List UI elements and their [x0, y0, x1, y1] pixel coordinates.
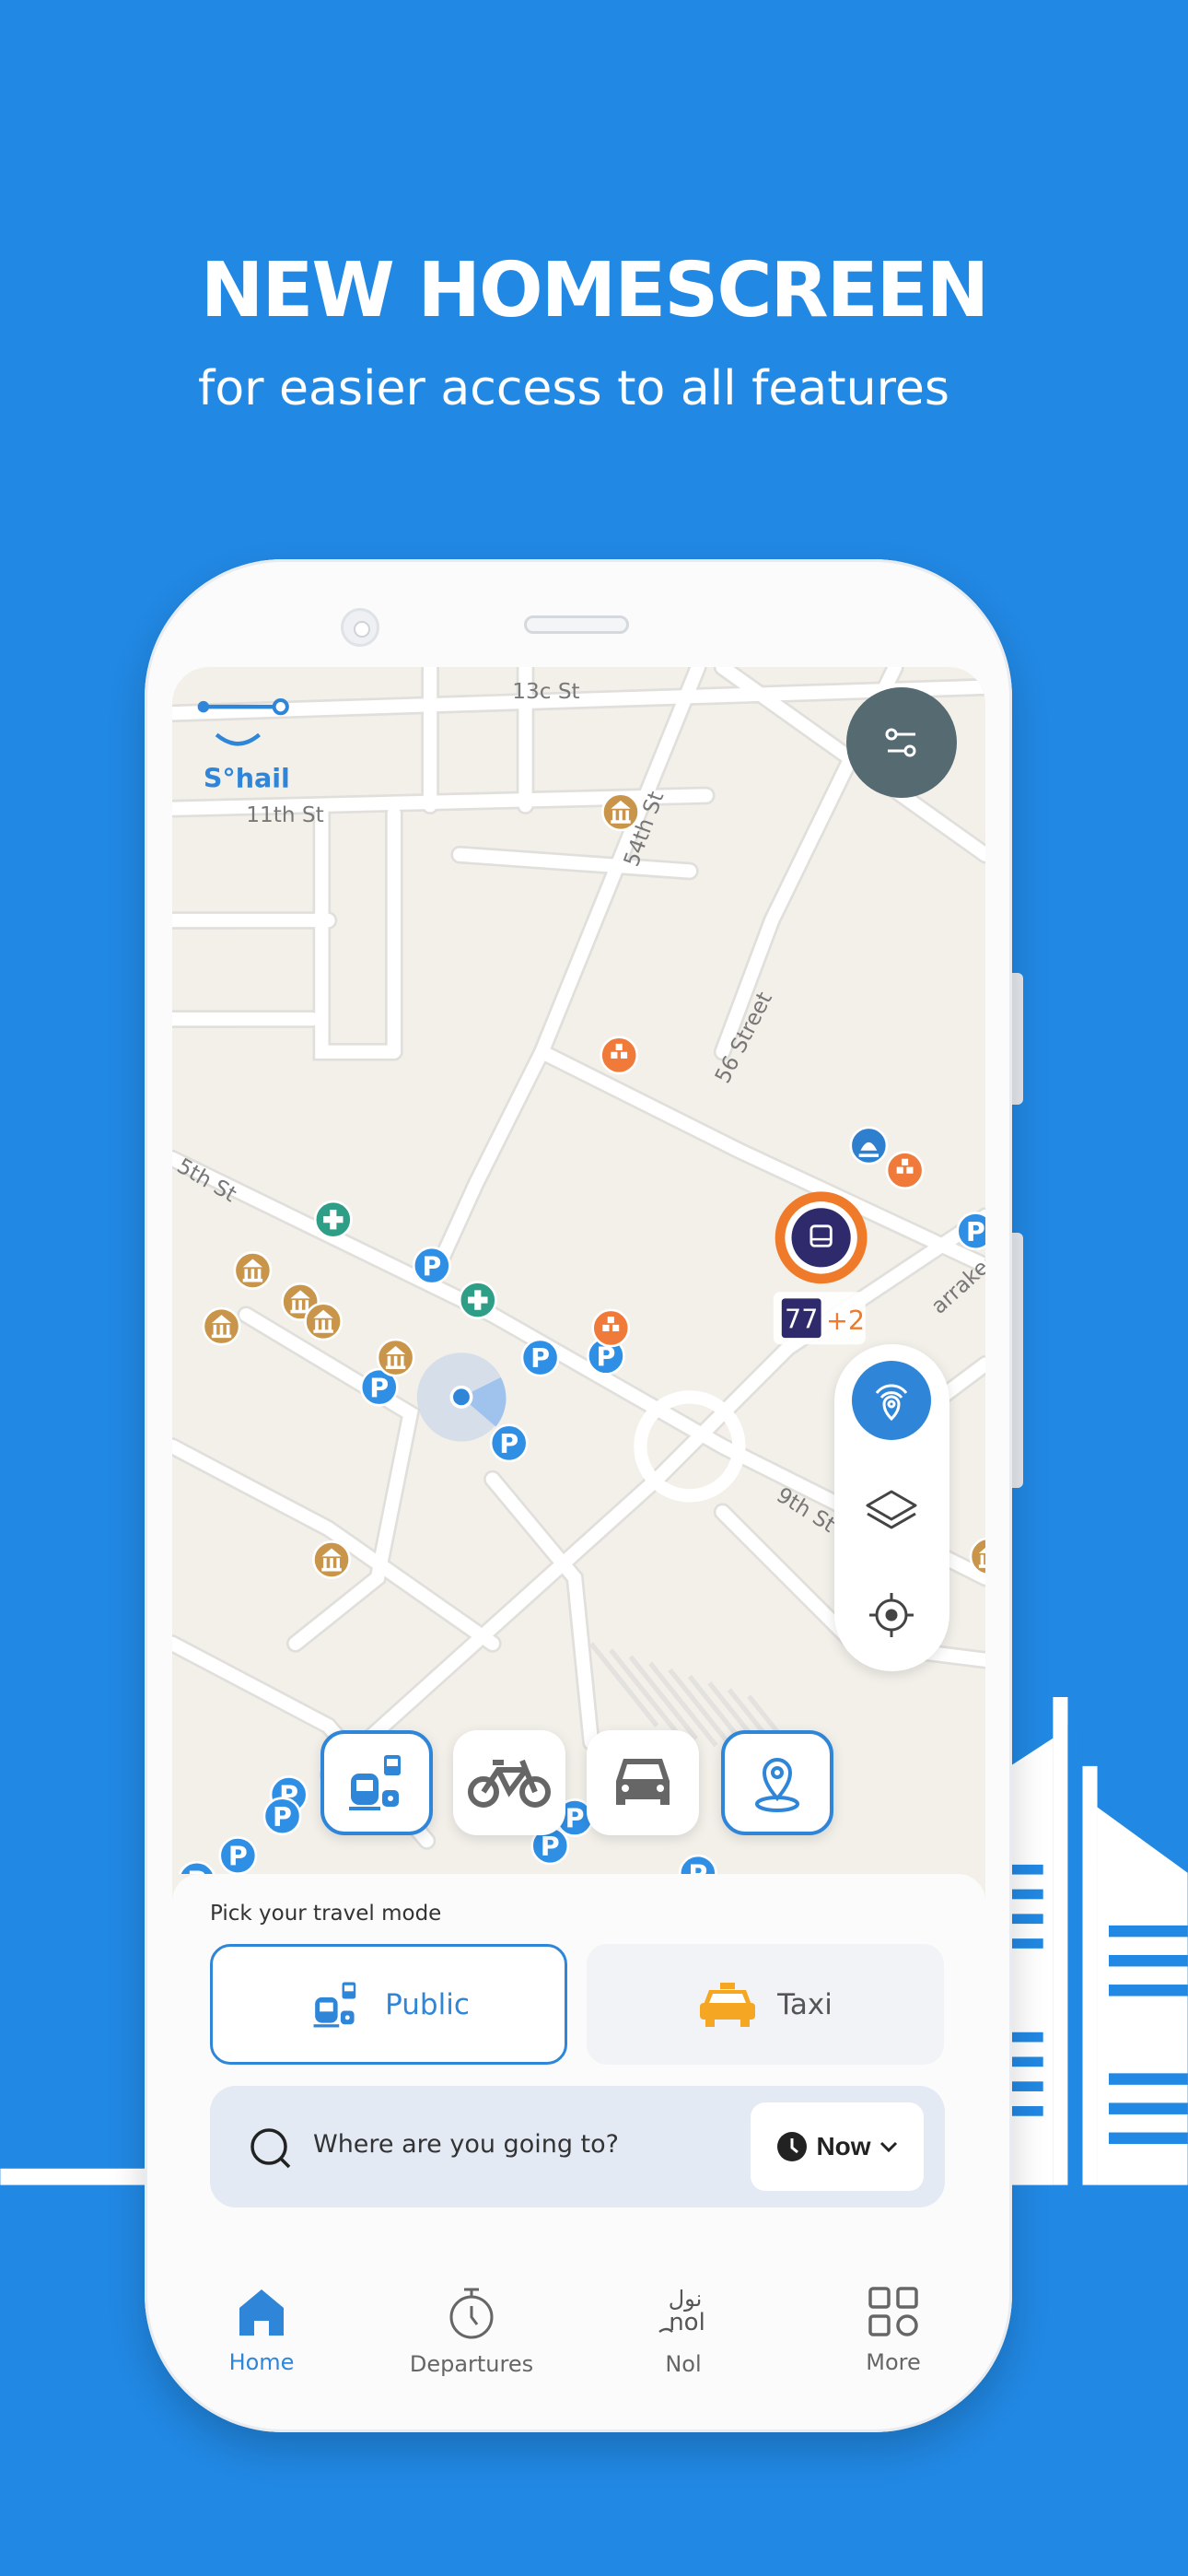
svg-text:P: P: [530, 1343, 550, 1374]
nearby-button[interactable]: [852, 1361, 931, 1440]
departure-time-selector[interactable]: Now: [751, 2102, 924, 2191]
chevron-down-icon: [879, 2141, 897, 2153]
museum-marker[interactable]: [202, 1306, 241, 1346]
phone-camera: [341, 608, 379, 647]
svg-text:P: P: [369, 1373, 389, 1403]
svg-text:nol: nol: [669, 2309, 705, 2336]
time-label: Now: [816, 2132, 871, 2160]
nav-departures-label: Departures: [409, 2351, 534, 2377]
mode-car-button[interactable]: [587, 1730, 699, 1835]
nol-logo-icon: نول nol: [658, 2286, 705, 2336]
street-label: 11th St: [246, 802, 323, 827]
public-transport-icon: [349, 1755, 401, 1810]
layers-icon: [866, 1490, 917, 1529]
bottom-sheet: Pick your travel mode Public Taxi Where …: [172, 1874, 985, 2392]
location-pin-icon: [755, 1758, 799, 1812]
map-view[interactable]: 13c St 11th St 54th St 56 Street 5th St …: [172, 667, 985, 1874]
school-marker[interactable]: [600, 1036, 639, 1075]
phone-speaker: [524, 615, 629, 634]
museum-marker[interactable]: [601, 792, 640, 832]
parking-marker[interactable]: P: [412, 1246, 451, 1285]
grid-more-icon: [868, 2287, 918, 2336]
clock-icon: [777, 2132, 808, 2161]
search-icon: [250, 2128, 291, 2169]
parking-marker[interactable]: P: [262, 1797, 302, 1836]
home-icon: [239, 2289, 284, 2336]
nav-more[interactable]: More: [801, 2284, 985, 2375]
svg-text:P: P: [565, 1804, 585, 1834]
museum-marker[interactable]: [376, 1338, 415, 1377]
svg-text:P: P: [688, 1859, 707, 1874]
search-input[interactable]: Where are you going to?: [313, 2130, 619, 2159]
svg-text:نول: نول: [669, 2286, 703, 2312]
nav-nol-label: Nol: [665, 2351, 702, 2377]
travel-mode-public[interactable]: Public: [210, 1944, 567, 2065]
parking-marker[interactable]: P: [956, 1212, 985, 1251]
sliders-icon: [885, 728, 916, 757]
svg-text:P: P: [228, 1842, 248, 1872]
locate-icon: [869, 1593, 914, 1637]
travel-mode-public-label: Public: [385, 1987, 470, 2021]
nav-more-label: More: [866, 2349, 921, 2375]
school-marker[interactable]: [591, 1308, 631, 1348]
svg-text:P: P: [499, 1429, 518, 1459]
app-screen: 13c St 11th St 54th St 56 Street 5th St …: [172, 667, 985, 2392]
hospital-marker[interactable]: [458, 1281, 497, 1320]
nav-home[interactable]: Home: [172, 2284, 354, 2375]
nav-home-label: Home: [228, 2349, 295, 2375]
mode-public-transport-button[interactable]: [320, 1730, 433, 1835]
museum-marker[interactable]: [312, 1540, 351, 1579]
street-label: 13c St: [512, 679, 579, 704]
map-filter-button[interactable]: [846, 687, 957, 798]
phone-power-button: [1010, 1233, 1023, 1488]
travel-mode-taxi[interactable]: Taxi: [587, 1944, 944, 2065]
svg-text:P: P: [422, 1251, 441, 1282]
map-controls-panel: [834, 1344, 949, 1671]
museum-marker[interactable]: [233, 1251, 273, 1290]
user-location-marker: [416, 1352, 507, 1442]
nearby-signal-icon: [875, 1384, 908, 1422]
public-transport-icon: [313, 1982, 356, 2027]
museum-marker[interactable]: [304, 1302, 344, 1341]
locate-me-button[interactable]: [862, 1586, 921, 1649]
travel-mode-taxi-label: Taxi: [777, 1987, 833, 2021]
mosque-marker[interactable]: [849, 1126, 889, 1165]
parking-marker[interactable]: P: [489, 1423, 529, 1463]
promo-title: NEW HOMESCREEN: [200, 247, 990, 334]
promo-subtitle: for easier access to all features: [198, 361, 949, 416]
stopwatch-icon: [449, 2288, 494, 2339]
car-icon: [616, 1759, 670, 1805]
bicycle-icon: [468, 1759, 551, 1808]
nav-departures[interactable]: Departures: [379, 2284, 564, 2377]
svg-text:P: P: [187, 1867, 206, 1874]
mode-location-button[interactable]: [721, 1730, 833, 1835]
nav-nol[interactable]: نول nol Nol: [591, 2284, 775, 2377]
taxi-icon: [700, 1982, 756, 2027]
parking-marker[interactable]: P: [520, 1338, 560, 1377]
svg-text:P: P: [966, 1217, 985, 1247]
layers-button[interactable]: [862, 1481, 921, 1544]
hospital-marker[interactable]: [313, 1200, 353, 1239]
bus-route-more: +2: [826, 1306, 865, 1336]
svg-text:P: P: [273, 1802, 292, 1832]
phone-volume-button: [1010, 973, 1023, 1105]
mode-bike-button[interactable]: [453, 1730, 565, 1835]
school-marker[interactable]: [885, 1151, 925, 1190]
svg-text:P: P: [541, 1832, 560, 1862]
travel-mode-label: Pick your travel mode: [210, 1902, 442, 1926]
parking-marker[interactable]: P: [218, 1836, 258, 1874]
logo-text: S°hail: [204, 764, 290, 794]
destination-search[interactable]: Where are you going to? Now: [210, 2086, 945, 2207]
bus-route-badge: 77: [785, 1304, 818, 1334]
